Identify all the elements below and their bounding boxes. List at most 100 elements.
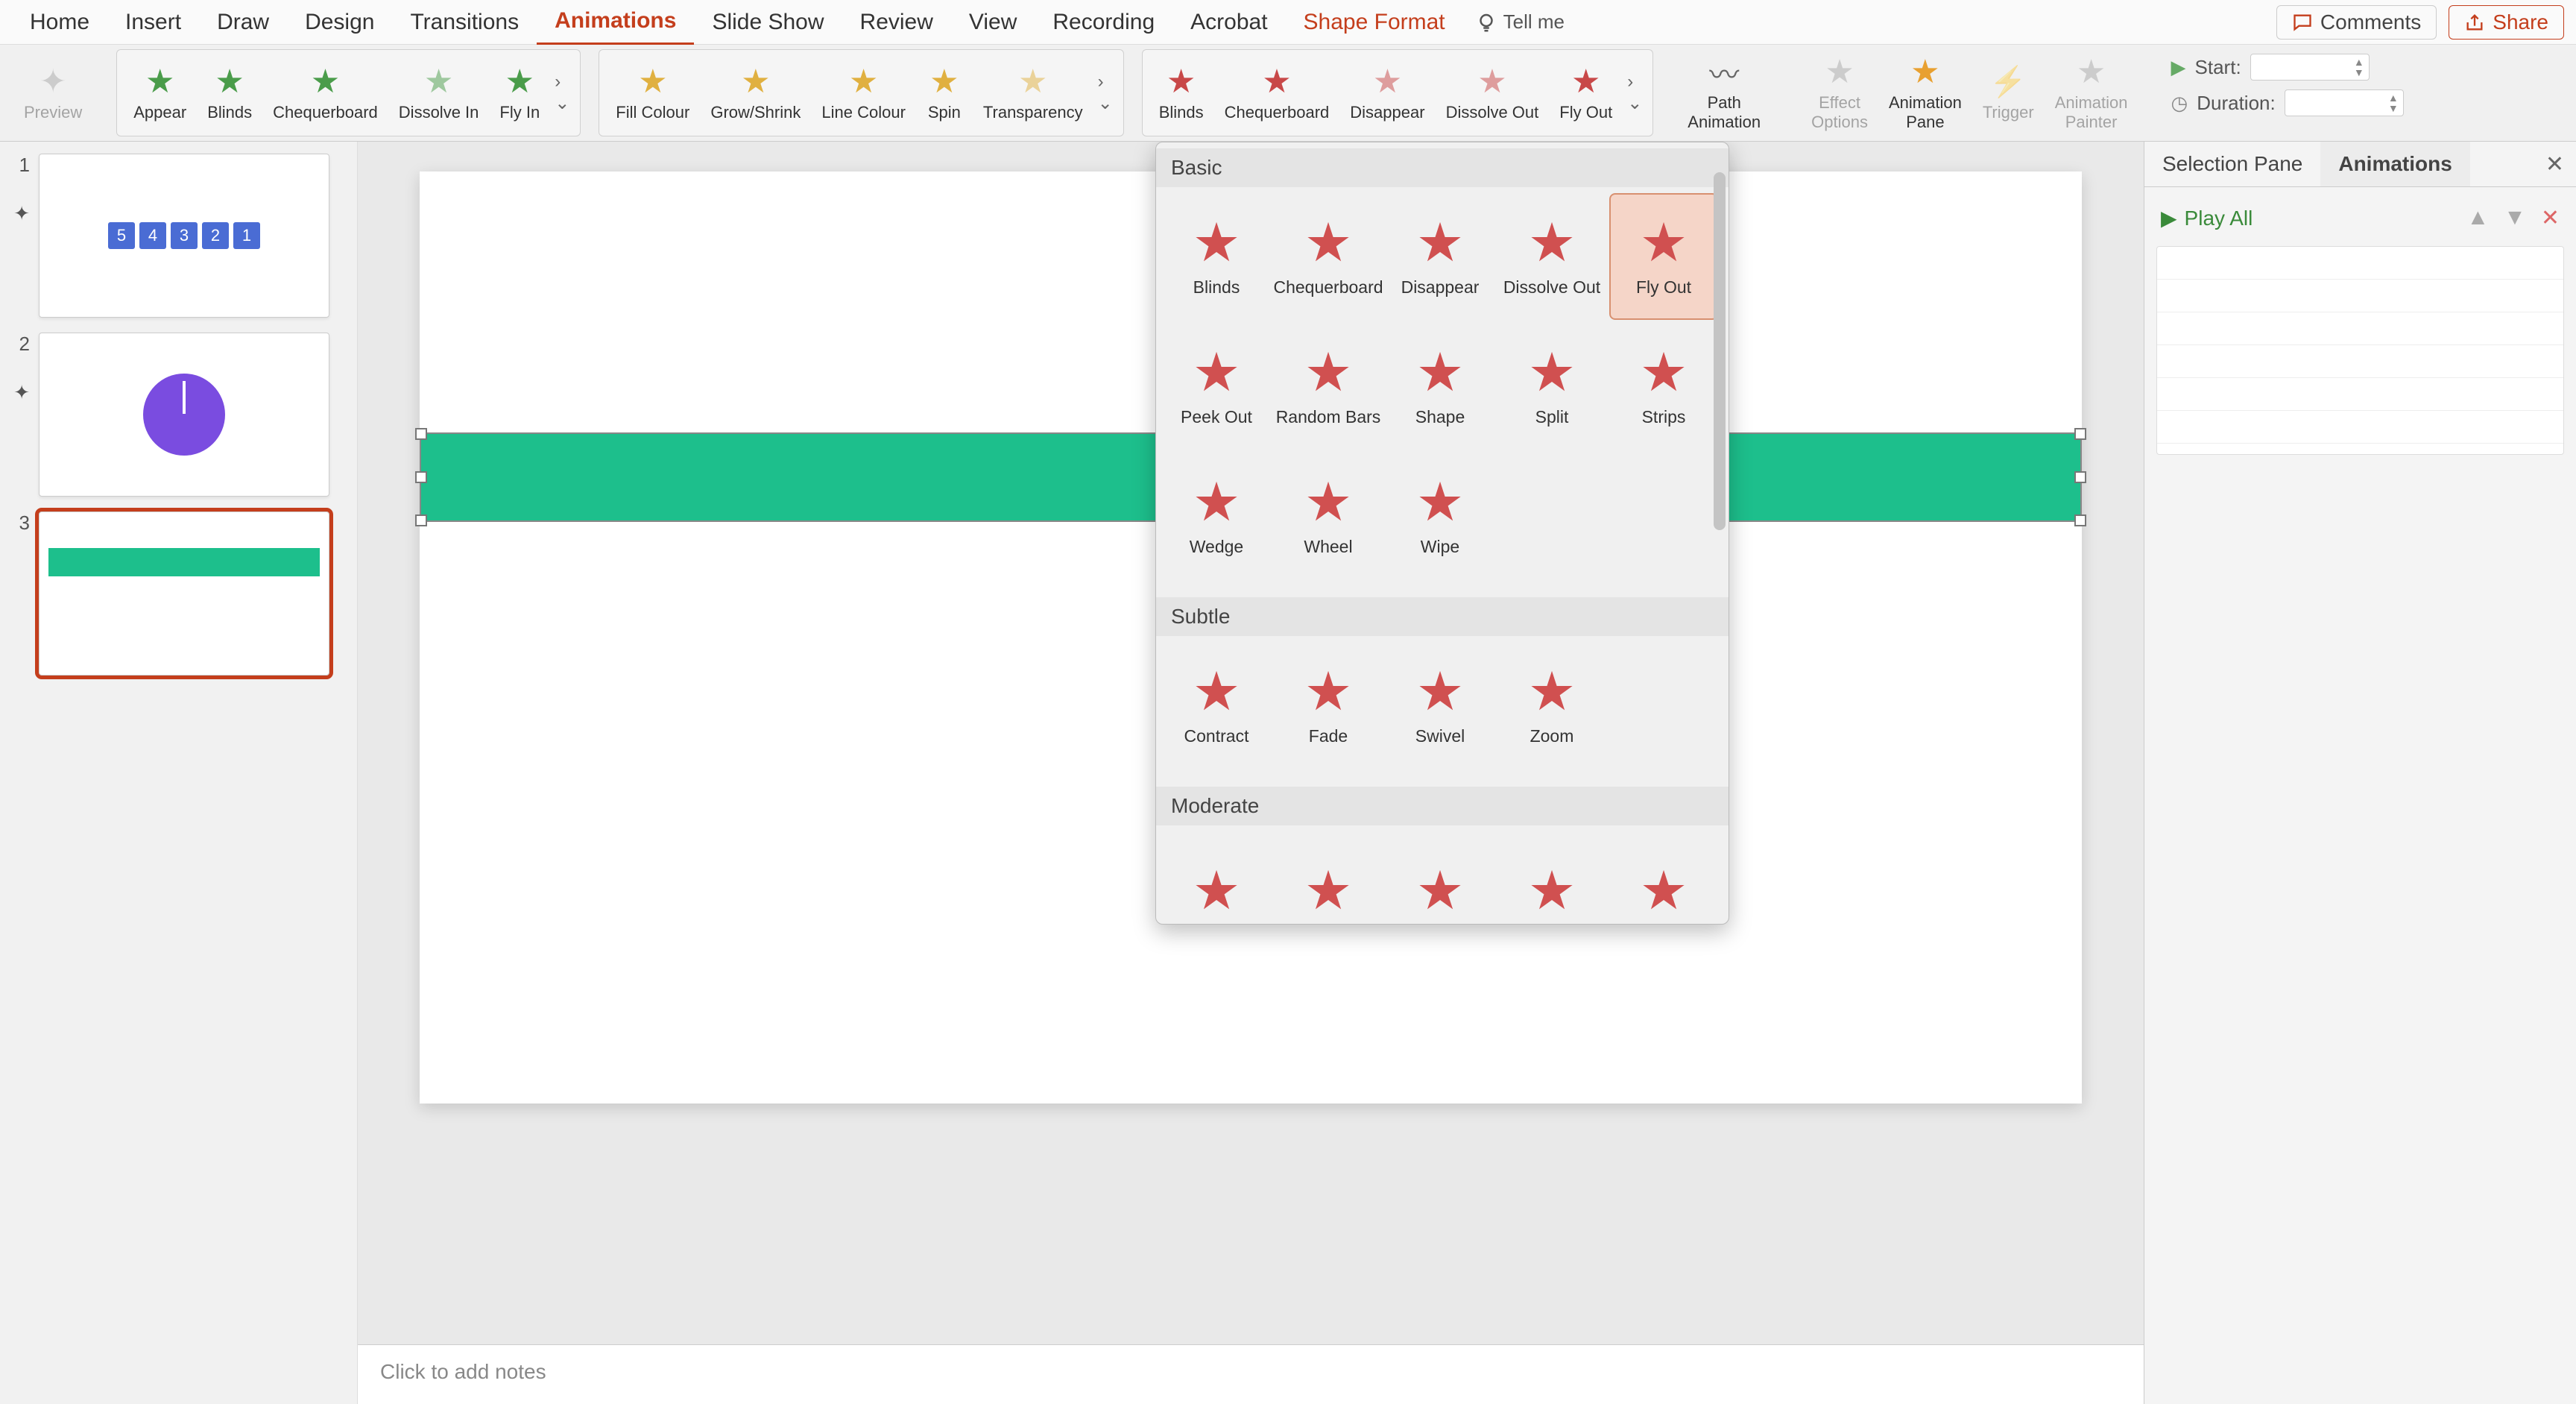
slide-thumb-1[interactable]: 5 4 3 2 1 bbox=[39, 154, 329, 318]
tab-slideshow[interactable]: Slide Show bbox=[694, 1, 842, 44]
exit-blinds[interactable]: ★Blinds bbox=[1149, 61, 1214, 125]
entrance-dissolvein[interactable]: ★Dissolve In bbox=[388, 61, 490, 125]
star-icon: ★ bbox=[1304, 864, 1353, 918]
star-icon: ★ bbox=[307, 64, 343, 100]
gallery-item-shape[interactable]: ★Shape bbox=[1386, 323, 1494, 450]
tab-recording[interactable]: Recording bbox=[1035, 1, 1172, 44]
emphasis-transparency[interactable]: ★Transparency bbox=[973, 61, 1093, 125]
entrance-more[interactable]: ›⌄ bbox=[550, 72, 574, 114]
slide-editor: Basic★Blinds★Chequerboard★Disappear★Diss… bbox=[358, 142, 2144, 1404]
tell-me[interactable]: Tell me bbox=[1475, 10, 1565, 34]
move-up-button[interactable]: ▲ bbox=[2466, 205, 2489, 231]
start-stepper[interactable]: ▲▼ bbox=[2250, 54, 2370, 81]
clock-icon: ◷ bbox=[2171, 92, 2188, 115]
tab-shapeformat[interactable]: Shape Format bbox=[1286, 1, 1463, 44]
gallery-item-blinds[interactable]: ★Blinds bbox=[1162, 193, 1271, 320]
preview-icon: ✦ bbox=[35, 64, 71, 100]
gallery-item-unknown[interactable]: ★ bbox=[1386, 831, 1494, 925]
tab-acrobat[interactable]: Acrobat bbox=[1172, 1, 1285, 44]
star-icon: ★ bbox=[1304, 216, 1353, 270]
animations-pane-tab[interactable]: Animations bbox=[2320, 142, 2469, 186]
emphasis-growshrink[interactable]: ★Grow/Shrink bbox=[700, 61, 811, 125]
gallery-item-unknown[interactable]: ★ bbox=[1609, 831, 1718, 925]
animation-list[interactable] bbox=[2156, 246, 2564, 455]
gallery-item-split[interactable]: ★Split bbox=[1497, 323, 1606, 450]
entrance-flyin[interactable]: ★Fly In bbox=[489, 61, 550, 125]
selection-pane-tab[interactable]: Selection Pane bbox=[2144, 142, 2320, 186]
move-down-button[interactable]: ▼ bbox=[2504, 205, 2526, 231]
duration-stepper[interactable]: ▲▼ bbox=[2285, 89, 2404, 116]
tab-design[interactable]: Design bbox=[287, 1, 392, 44]
tab-review[interactable]: Review bbox=[842, 1, 951, 44]
notes-pane[interactable]: Click to add notes bbox=[358, 1344, 2144, 1404]
emphasis-spin[interactable]: ★Spin bbox=[916, 61, 973, 125]
delete-animation-button[interactable]: ✕ bbox=[2541, 205, 2560, 231]
resize-handle[interactable] bbox=[415, 471, 427, 483]
emphasis-linecolour[interactable]: ★Line Colour bbox=[811, 61, 916, 125]
entrance-appear[interactable]: ★Appear bbox=[123, 61, 197, 125]
close-pane-button[interactable]: ✕ bbox=[2534, 151, 2576, 177]
gallery-item-label: Strips bbox=[1642, 407, 1686, 427]
tab-draw[interactable]: Draw bbox=[199, 1, 287, 44]
gallery-item-swivel[interactable]: ★Swivel bbox=[1386, 642, 1494, 769]
gallery-item-chequerboard[interactable]: ★Chequerboard bbox=[1274, 193, 1383, 320]
gallery-item-label: Random Bars bbox=[1276, 407, 1381, 427]
resize-handle[interactable] bbox=[415, 514, 427, 526]
resize-handle[interactable] bbox=[2074, 471, 2086, 483]
trigger-button[interactable]: ⚡Trigger bbox=[1972, 61, 2045, 125]
star-icon: ★ bbox=[1304, 476, 1353, 529]
slide-thumb-3[interactable] bbox=[39, 511, 329, 676]
star-icon: ★ bbox=[1528, 864, 1576, 918]
slide-thumbnails: 1✦ 5 4 3 2 1 2✦ 3 bbox=[0, 142, 358, 1404]
tab-view[interactable]: View bbox=[951, 1, 1035, 44]
star-icon: ★ bbox=[1193, 346, 1241, 400]
exit-disappear[interactable]: ★Disappear bbox=[1339, 61, 1435, 125]
animation-pane-button[interactable]: ★Animation Pane bbox=[1878, 51, 1972, 135]
animation-painter-button[interactable]: ★Animation Painter bbox=[2045, 51, 2138, 135]
gallery-scrollbar[interactable] bbox=[1714, 172, 1726, 916]
exit-chequerboard[interactable]: ★Chequerboard bbox=[1214, 61, 1340, 125]
exit-flyout[interactable]: ★Fly Out bbox=[1549, 61, 1623, 125]
slide-thumb-2[interactable] bbox=[39, 333, 329, 497]
effect-options-button[interactable]: ★Effect Options bbox=[1801, 51, 1878, 135]
gallery-item-fade[interactable]: ★Fade bbox=[1274, 642, 1383, 769]
gallery-item-contract[interactable]: ★Contract bbox=[1162, 642, 1271, 769]
gallery-item-wedge[interactable]: ★Wedge bbox=[1162, 453, 1271, 579]
share-button[interactable]: Share bbox=[2449, 5, 2564, 40]
exit-dissolveout[interactable]: ★Dissolve Out bbox=[1436, 61, 1550, 125]
gallery-item-wipe[interactable]: ★Wipe bbox=[1386, 453, 1494, 579]
tab-home[interactable]: Home bbox=[12, 1, 107, 44]
path-animation-button[interactable]: 〰Path Animation bbox=[1677, 51, 1771, 135]
tab-animations[interactable]: Animations bbox=[537, 0, 694, 45]
gallery-item-random-bars[interactable]: ★Random Bars bbox=[1274, 323, 1383, 450]
gallery-item-zoom[interactable]: ★Zoom bbox=[1497, 642, 1606, 769]
entrance-chequerboard[interactable]: ★Chequerboard bbox=[262, 61, 388, 125]
resize-handle[interactable] bbox=[2074, 514, 2086, 526]
gallery-item-unknown[interactable]: ★ bbox=[1497, 831, 1606, 925]
emphasis-more[interactable]: ›⌄ bbox=[1093, 72, 1117, 114]
duration-label: Duration: bbox=[2197, 92, 2276, 115]
gallery-item-label: Shape bbox=[1415, 407, 1465, 427]
resize-handle[interactable] bbox=[415, 428, 427, 440]
entrance-blinds[interactable]: ★Blinds bbox=[197, 61, 262, 125]
tab-transitions[interactable]: Transitions bbox=[392, 1, 537, 44]
gallery-item-peek-out[interactable]: ★Peek Out bbox=[1162, 323, 1271, 450]
resize-handle[interactable] bbox=[2074, 428, 2086, 440]
gallery-item-wheel[interactable]: ★Wheel bbox=[1274, 453, 1383, 579]
gallery-item-fly-out[interactable]: ★Fly Out bbox=[1609, 193, 1718, 320]
star-icon: ★ bbox=[1164, 64, 1199, 100]
gallery-item-unknown[interactable]: ★ bbox=[1162, 831, 1271, 925]
play-all-button[interactable]: ▶ Play All bbox=[2161, 206, 2253, 230]
comments-button[interactable]: Comments bbox=[2276, 5, 2437, 40]
notes-placeholder: Click to add notes bbox=[380, 1360, 546, 1383]
tab-insert[interactable]: Insert bbox=[107, 1, 199, 44]
gallery-item-dissolve-out[interactable]: ★Dissolve Out bbox=[1497, 193, 1606, 320]
gallery-item-unknown[interactable]: ★ bbox=[1274, 831, 1383, 925]
gallery-item-strips[interactable]: ★Strips bbox=[1609, 323, 1718, 450]
animation-indicator-icon: ✦ bbox=[13, 202, 30, 225]
gallery-item-disappear[interactable]: ★Disappear bbox=[1386, 193, 1494, 320]
exit-more[interactable]: ›⌄ bbox=[1623, 72, 1647, 114]
preview-button[interactable]: ✦ Preview bbox=[13, 61, 92, 125]
comment-icon bbox=[2292, 12, 2313, 33]
emphasis-fillcolour[interactable]: ★Fill Colour bbox=[605, 61, 700, 125]
